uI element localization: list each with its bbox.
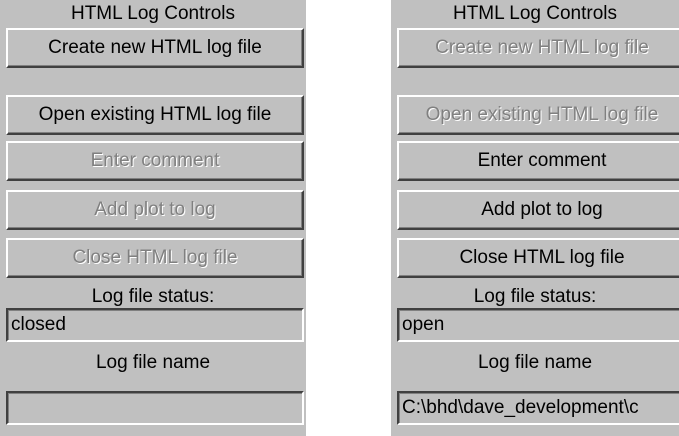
enter-comment-button[interactable]: Enter comment — [397, 141, 679, 181]
enter-comment-button[interactable]: Enter comment — [6, 141, 304, 181]
log-status-label: Log file status: — [91, 286, 215, 307]
add-plot-button[interactable]: Add plot to log — [397, 190, 679, 230]
log-status-field: closed — [6, 308, 304, 342]
panel-title: HTML Log Controls — [452, 3, 618, 24]
log-name-label: Log file name — [477, 352, 593, 373]
panel-title: HTML Log Controls — [70, 3, 236, 24]
close-log-button[interactable]: Close HTML log file — [6, 238, 304, 278]
add-plot-button[interactable]: Add plot to log — [6, 190, 304, 230]
log-status-field: open — [397, 308, 679, 342]
html-log-controls-panel-closed: HTML Log Controls Create new HTML log fi… — [0, 0, 306, 436]
create-log-button[interactable]: Create new HTML log file — [397, 28, 679, 68]
html-log-controls-panel-open: HTML Log Controls Create new HTML log fi… — [391, 0, 679, 436]
log-name-label: Log file name — [95, 352, 211, 373]
open-log-button[interactable]: Open existing HTML log file — [397, 95, 679, 135]
log-status-label: Log file status: — [473, 286, 597, 307]
open-log-button[interactable]: Open existing HTML log file — [6, 95, 304, 135]
log-name-field: C:\bhd\dave_development\c — [397, 391, 679, 425]
create-log-button[interactable]: Create new HTML log file — [6, 28, 304, 68]
close-log-button[interactable]: Close HTML log file — [397, 238, 679, 278]
log-name-field — [6, 391, 304, 425]
